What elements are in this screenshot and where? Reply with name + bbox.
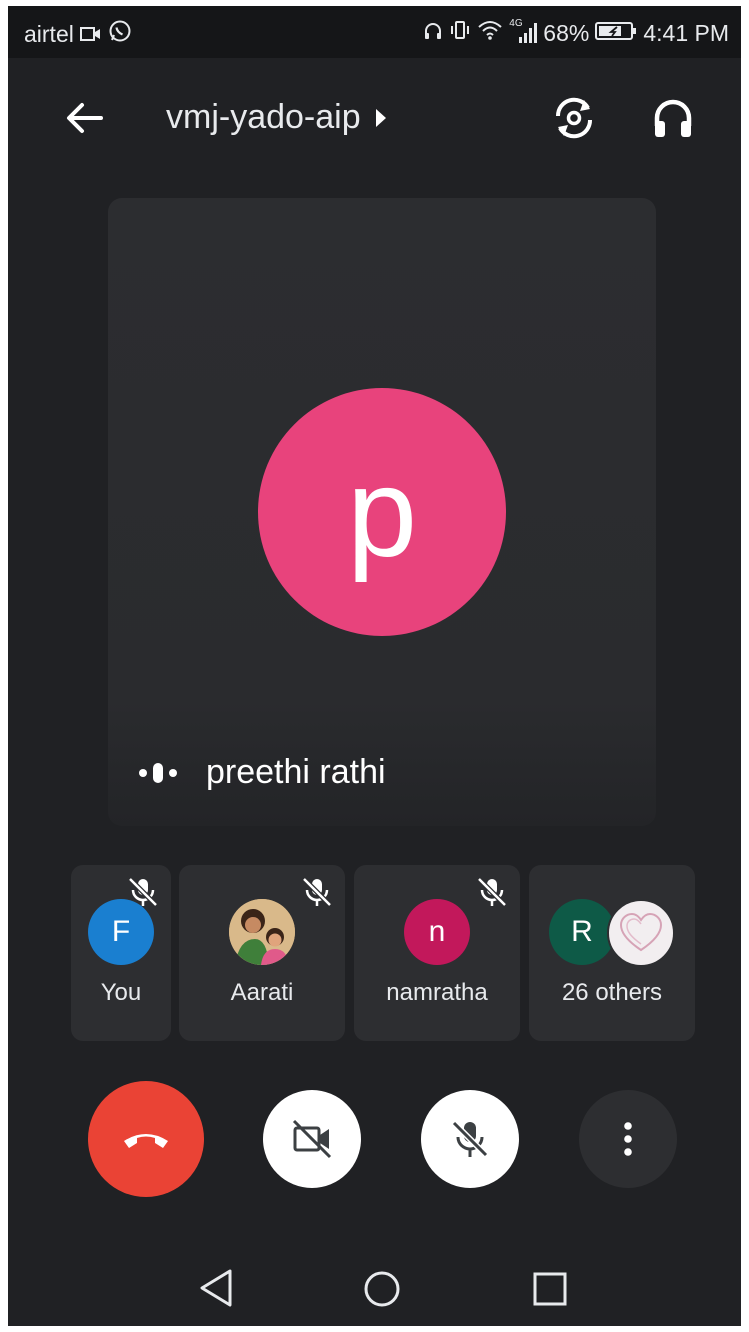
system-nav-bar [8,1246,741,1326]
status-bar: airtel 4G 68% 4:41 PM [8,6,741,58]
headphones-icon [654,99,692,137]
wifi-icon [477,19,503,47]
main-speaker-tile[interactable]: p preethi rathi [108,198,656,826]
avatar-initial: R [571,915,593,948]
participant-name: namratha [386,979,488,1006]
battery-percent: 68% [543,19,590,46]
participant-tile-others[interactable]: R 26 others [529,865,695,1041]
video-call-status-icon [79,21,102,48]
headset-status-icon [423,20,443,47]
camera-toggle-button[interactable] [263,1090,361,1188]
cell-signal-icon: 4G [509,18,538,44]
whatsapp-icon [108,19,132,49]
mic-toggle-button[interactable] [421,1090,519,1188]
participant-name: 26 others [561,979,663,1006]
participant-name: Aarati [230,979,294,1006]
heart-icon [619,912,663,952]
switch-camera-icon [555,97,593,139]
nav-recents-button[interactable] [532,1271,568,1312]
camera-off-icon [292,1119,332,1159]
avatar: n [404,899,470,965]
profile-photo-icon [229,899,295,965]
mic-off-icon [477,877,507,907]
speaker-avatar-initial: p [346,441,418,583]
speaker-name: preethi rathi [206,753,386,791]
mic-off-icon [302,877,332,907]
speaking-indicator-icon [139,762,177,783]
arrow-back-icon [67,103,103,133]
photo-avatar [229,899,295,965]
meeting-code: vmj-yado-aip [166,98,361,136]
more-options-icon [624,1122,632,1156]
nav-home-icon [364,1271,400,1307]
nav-back-icon [200,1269,232,1307]
participant-tile-aarati[interactable]: Aarati [179,865,345,1041]
clock: 4:41 PM [643,19,729,46]
speaker-avatar: p [258,388,506,636]
back-button[interactable] [60,94,108,142]
battery-icon [595,20,637,47]
audio-output-button[interactable] [645,90,701,146]
avatar-initial: F [111,915,131,948]
network-type-label: 4G [509,18,523,29]
mic-off-icon [451,1120,489,1158]
switch-camera-button[interactable] [546,90,602,146]
nav-back-button[interactable] [198,1268,234,1313]
caret-right-icon [375,108,386,127]
meeting-title[interactable]: vmj-yado-aip [166,98,387,137]
more-options-button[interactable] [579,1090,677,1188]
vibrate-icon [449,19,471,47]
avatar-initial: n [428,915,446,948]
nav-home-button[interactable] [363,1270,401,1313]
participant-tile-namratha[interactable]: n namratha [354,865,520,1041]
nav-recents-icon [533,1272,567,1306]
participant-name: You [100,979,142,1006]
photo-avatar [607,899,675,967]
end-call-icon [124,1134,168,1148]
meet-screen: airtel 4G 68% 4:41 PM vmj-yado-aip p pre… [8,6,741,1326]
avatar: R [549,899,615,965]
carrier-name: airtel [24,20,74,47]
avatar: F [88,899,154,965]
end-call-button[interactable] [88,1081,204,1197]
participant-tile-you[interactable]: F You [71,865,171,1041]
